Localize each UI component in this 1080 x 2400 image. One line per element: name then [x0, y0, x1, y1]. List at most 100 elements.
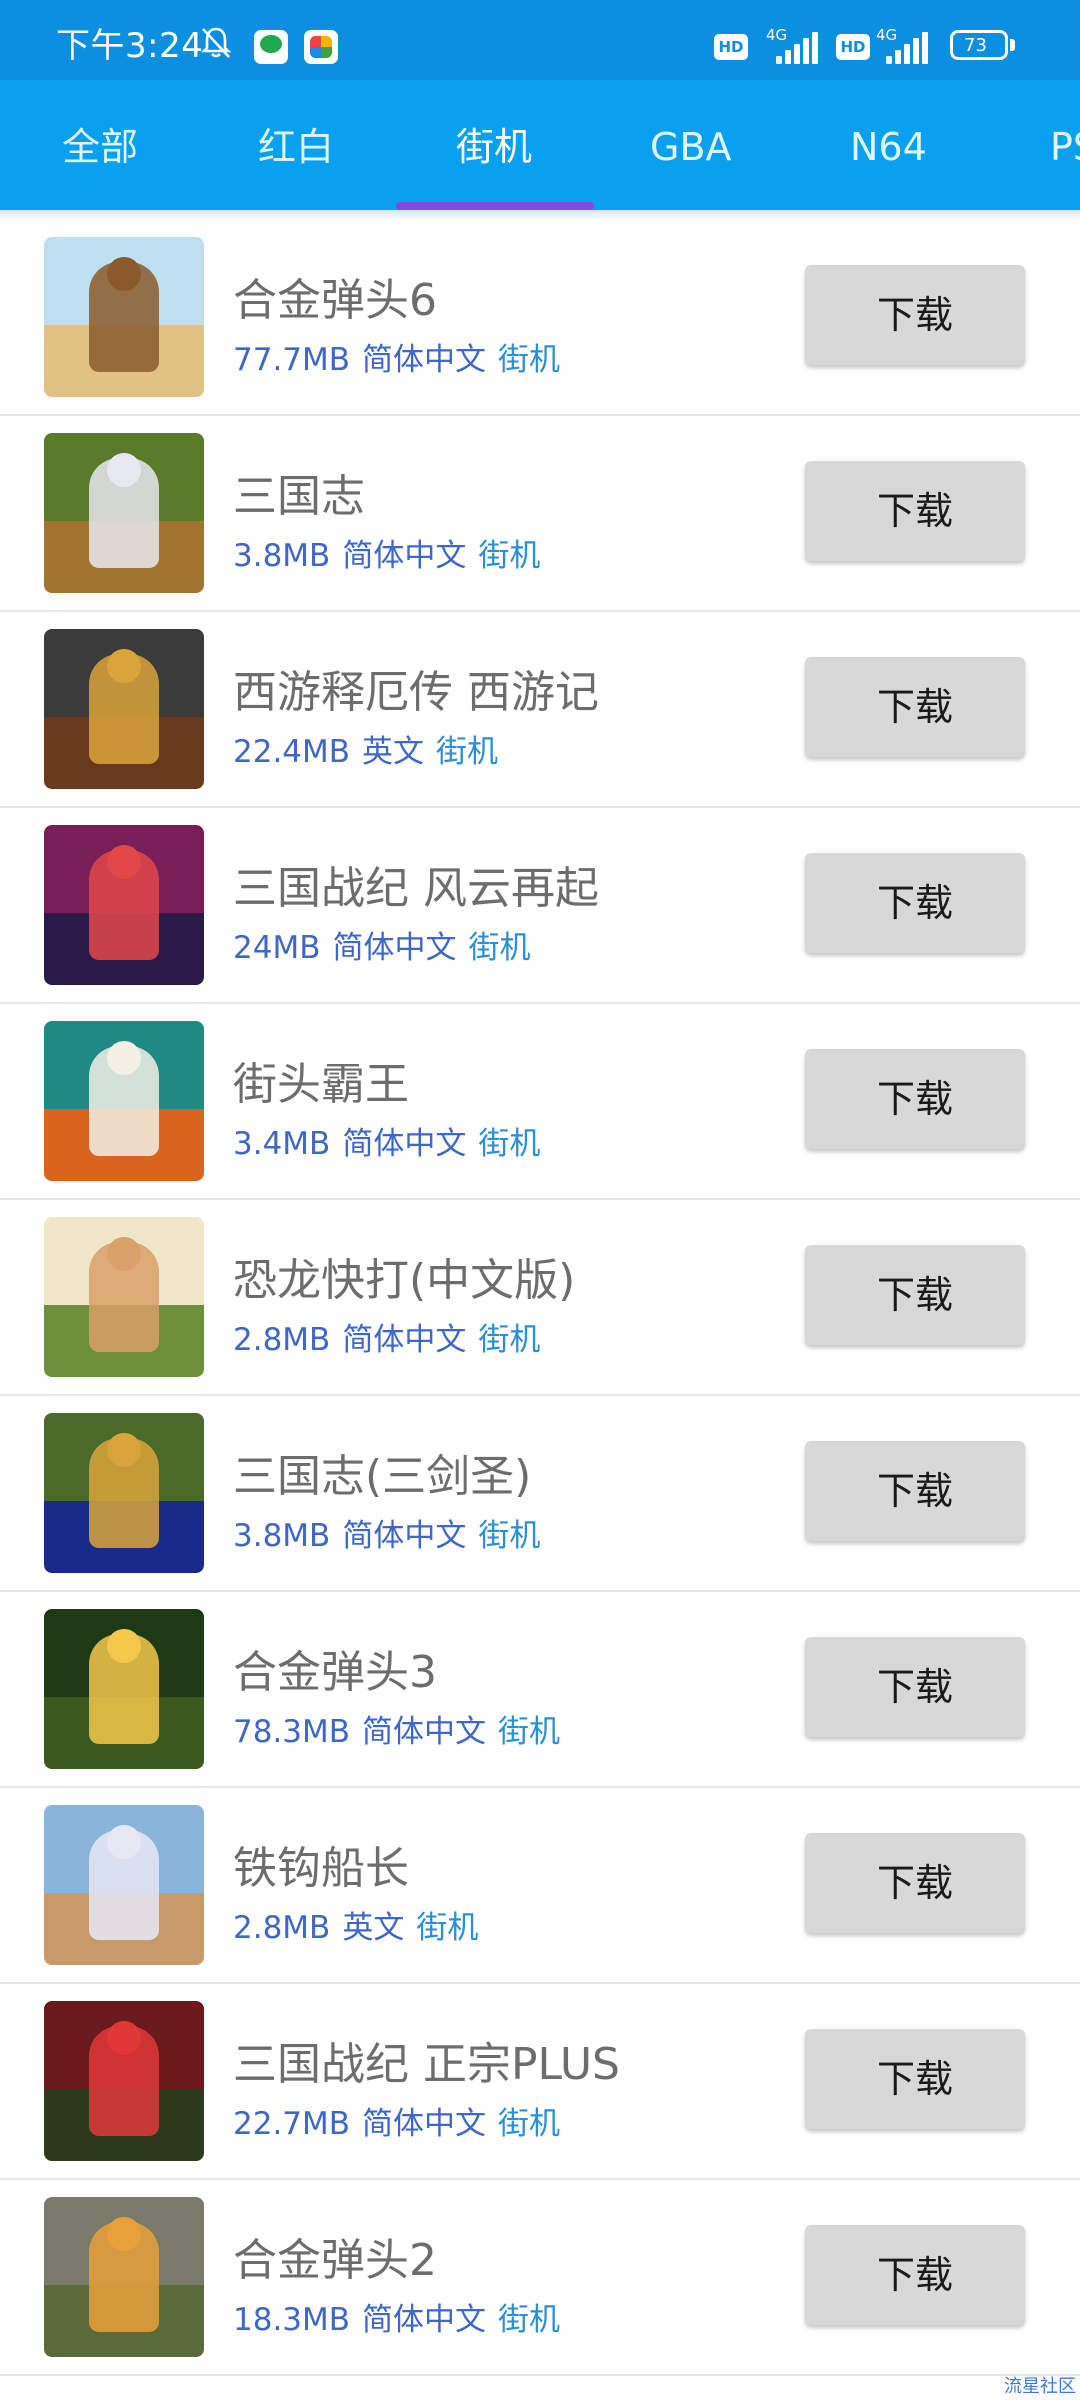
category-tab-bar: 全部 红白 街机 GBA N64 PS [0, 80, 1080, 210]
app-notification-icon [304, 30, 338, 64]
game-category: 街机 [478, 538, 541, 574]
game-meta: 24MB 简体中文 街机 [233, 922, 542, 967]
download-button[interactable]: 下载 [805, 1049, 1025, 1149]
game-language: 简体中文 [342, 1518, 467, 1554]
game-meta: 3.4MB 简体中文 街机 [233, 1118, 552, 1163]
game-category: 街机 [498, 342, 561, 378]
game-title: 三国志 [233, 471, 365, 522]
game-list-item[interactable]: 三国志 3.8MB 简体中文 街机 下载 [0, 416, 1080, 612]
game-size: 3.4MB [233, 1126, 331, 1162]
status-bar: 下午3:24 HD 4G HD 4G 73 [0, 0, 1080, 80]
game-category: 街机 [498, 1714, 561, 1750]
download-button[interactable]: 下载 [805, 265, 1025, 365]
game-language: 简体中文 [362, 2106, 487, 2142]
game-title: 铁钩船长 [233, 1843, 409, 1894]
game-cover-image[interactable] [44, 237, 204, 397]
game-cover-image[interactable] [44, 2197, 204, 2357]
tab-arcade[interactable]: 街机 [456, 80, 532, 210]
game-category: 街机 [498, 2106, 561, 2142]
game-meta: 18.3MB 简体中文 街机 [233, 2294, 572, 2339]
tab-bar-shadow [0, 210, 1080, 220]
game-size: 22.4MB [233, 734, 351, 770]
game-cover-image[interactable] [44, 433, 204, 593]
mute-bell-icon [200, 27, 232, 58]
tab-ps[interactable]: PS [1050, 80, 1080, 210]
game-language: 简体中文 [332, 930, 457, 966]
status-time: 下午3:24 [56, 26, 204, 66]
hd-voice-icon: HD [836, 34, 870, 60]
game-cover-image[interactable] [44, 825, 204, 985]
game-category: 街机 [468, 930, 531, 966]
game-list-item[interactable]: 恐龙快打(中文版) 2.8MB 简体中文 街机 下载 [0, 1200, 1080, 1396]
game-list-item[interactable]: 合金弹头3 78.3MB 简体中文 街机 下载 [0, 1592, 1080, 1788]
game-cover-image[interactable] [44, 1805, 204, 1965]
download-button[interactable]: 下载 [805, 461, 1025, 561]
game-title: 恐龙快打(中文版) [233, 1255, 576, 1306]
game-title: 合金弹头6 [233, 275, 437, 326]
game-cover-image[interactable] [44, 2001, 204, 2161]
game-meta: 22.4MB 英文 街机 [233, 726, 510, 771]
download-button[interactable]: 下载 [805, 2029, 1025, 2129]
game-size: 18.3MB [233, 2302, 351, 2338]
game-size: 77.7MB [233, 342, 351, 378]
game-language: 简体中文 [362, 1714, 487, 1750]
game-meta: 3.8MB 简体中文 街机 [233, 1510, 552, 1555]
game-list-item[interactable]: 三国战纪 风云再起 24MB 简体中文 街机 下载 [0, 808, 1080, 1004]
tab-gba[interactable]: GBA [650, 80, 732, 210]
download-button[interactable]: 下载 [805, 1833, 1025, 1933]
download-button[interactable]: 下载 [805, 2225, 1025, 2325]
game-title: 三国战纪 风云再起 [233, 863, 599, 914]
game-language: 简体中文 [342, 538, 467, 574]
game-meta: 2.8MB 简体中文 街机 [233, 1314, 552, 1359]
game-cover-image[interactable] [44, 1609, 204, 1769]
game-category: 街机 [416, 1910, 479, 1946]
game-category: 街机 [478, 1518, 541, 1554]
game-cover-image[interactable] [44, 1021, 204, 1181]
game-meta: 77.7MB 简体中文 街机 [233, 334, 572, 379]
game-title: 合金弹头2 [233, 2235, 437, 2286]
game-title: 三国战纪 正宗PLUS [233, 2039, 620, 2090]
battery-icon: 73 [950, 30, 1008, 60]
game-language: 简体中文 [362, 342, 487, 378]
signal-strength-icon [886, 30, 934, 64]
game-title: 西游释厄传 西游记 [233, 667, 599, 718]
game-list-item[interactable]: 西游释厄传 西游记 22.4MB 英文 街机 下载 [0, 612, 1080, 808]
game-language: 简体中文 [362, 2302, 487, 2338]
game-size: 3.8MB [233, 538, 331, 574]
download-button[interactable]: 下载 [805, 1637, 1025, 1737]
game-list-item[interactable]: 合金弹头2 18.3MB 简体中文 街机 下载 [0, 2180, 1080, 2376]
game-meta: 22.7MB 简体中文 街机 [233, 2098, 572, 2143]
game-language: 英文 [342, 1910, 405, 1946]
game-list-item[interactable]: 三国志(三剑圣) 3.8MB 简体中文 街机 下载 [0, 1396, 1080, 1592]
tab-n64[interactable]: N64 [850, 80, 927, 210]
game-list: 合金弹头6 77.7MB 简体中文 街机 下载 三国志 3.8MB 简体中文 街机 下载 西游释厄传… [0, 220, 1080, 2376]
download-button[interactable]: 下载 [805, 1245, 1025, 1345]
game-size: 2.8MB [233, 1910, 331, 1946]
watermark: 流星社区 [1004, 2376, 1076, 2397]
game-language: 英文 [362, 734, 425, 770]
active-tab-indicator [396, 202, 594, 210]
game-meta: 78.3MB 简体中文 街机 [233, 1706, 572, 1751]
tab-all[interactable]: 全部 [62, 80, 138, 210]
game-title: 合金弹头3 [233, 1647, 437, 1698]
game-cover-image[interactable] [44, 1413, 204, 1573]
game-cover-image[interactable] [44, 1217, 204, 1377]
game-list-item[interactable]: 合金弹头6 77.7MB 简体中文 街机 下载 [0, 220, 1080, 416]
game-list-item[interactable]: 街头霸王 3.4MB 简体中文 街机 下载 [0, 1004, 1080, 1200]
game-cover-image[interactable] [44, 629, 204, 789]
game-language: 简体中文 [342, 1126, 467, 1162]
download-button[interactable]: 下载 [805, 853, 1025, 953]
hd-voice-icon: HD [714, 34, 748, 60]
game-list-item[interactable]: 铁钩船长 2.8MB 英文 街机 下载 [0, 1788, 1080, 1984]
game-size: 2.8MB [233, 1322, 331, 1358]
tab-fc[interactable]: 红白 [258, 80, 334, 210]
download-button[interactable]: 下载 [805, 1441, 1025, 1541]
download-button[interactable]: 下载 [805, 657, 1025, 757]
game-list-item[interactable]: 三国战纪 正宗PLUS 22.7MB 简体中文 街机 下载 [0, 1984, 1080, 2180]
battery-tip [1010, 39, 1015, 51]
game-size: 3.8MB [233, 1518, 331, 1554]
game-category: 街机 [436, 734, 499, 770]
signal-strength-icon [776, 30, 824, 64]
game-title: 街头霸王 [233, 1059, 409, 1110]
game-category: 街机 [498, 2302, 561, 2338]
